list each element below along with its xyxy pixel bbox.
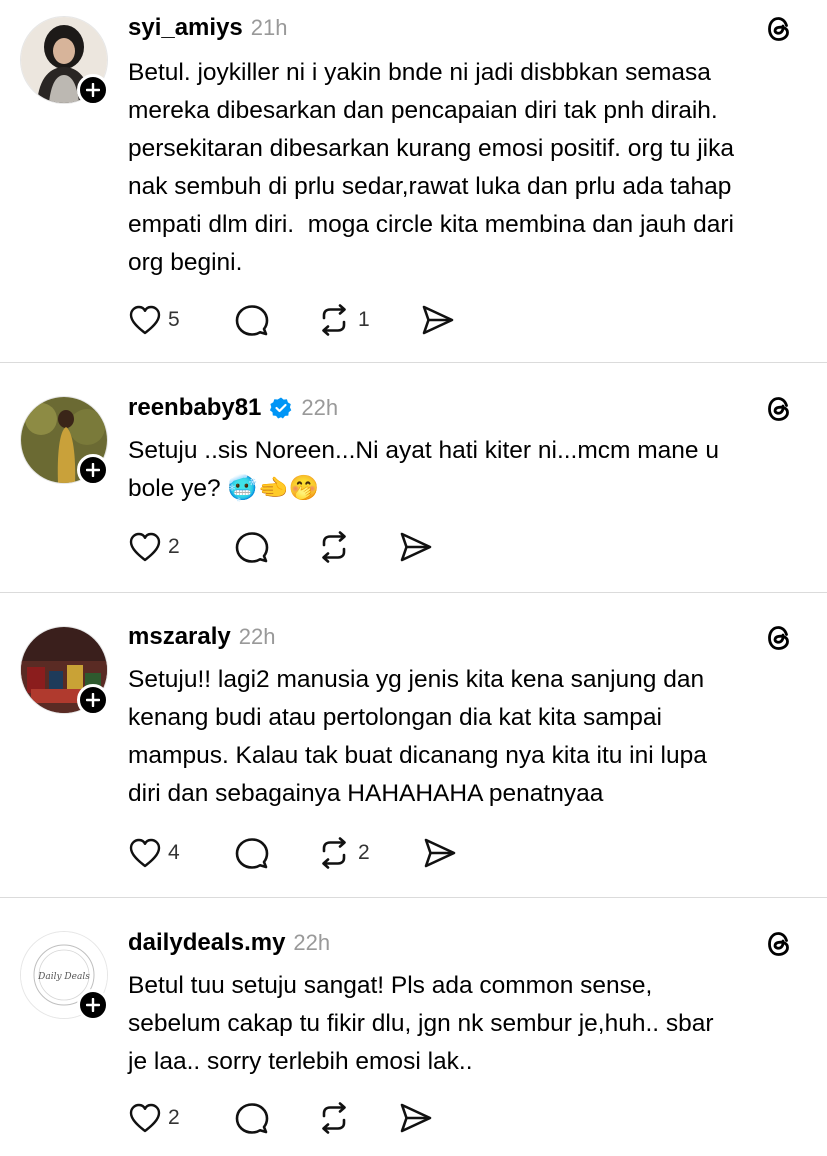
- like-count: 2: [168, 1106, 180, 1129]
- repost-count: 1: [358, 308, 370, 331]
- threads-logo-icon[interactable]: [762, 392, 796, 426]
- share-button[interactable]: [398, 1101, 434, 1135]
- post-text: Setuju ..sis Noreen...Ni ayat hati kiter…: [128, 437, 719, 502]
- heart-icon: [129, 532, 161, 562]
- repost-button[interactable]: 2: [316, 836, 370, 870]
- post-reenbaby81[interactable]: reenbaby81 22h Setuju ..sis Noreen...Ni …: [0, 363, 827, 591]
- threads-logo-icon[interactable]: [762, 621, 796, 655]
- avatar-dailydeals-my[interactable]: Daily Deals: [20, 931, 109, 1021]
- repost-button[interactable]: 1: [316, 303, 370, 337]
- reply-button[interactable]: [234, 530, 270, 564]
- reply-button[interactable]: [234, 1101, 270, 1135]
- share-send-icon: [400, 532, 432, 562]
- repost-count: 2: [358, 841, 370, 864]
- post-actions: 4 2: [128, 835, 456, 871]
- share-button[interactable]: [398, 530, 434, 564]
- logo-text: Daily Deals: [37, 972, 90, 982]
- timestamp: 22h: [293, 930, 331, 955]
- reply-button[interactable]: [234, 836, 270, 870]
- follow-plus-icon[interactable]: [77, 454, 109, 486]
- like-button[interactable]: 5: [128, 304, 180, 336]
- heart-icon: [129, 305, 161, 335]
- post-header: reenbaby81 22h: [128, 394, 338, 422]
- share-send-icon: [424, 838, 456, 868]
- share-button[interactable]: [420, 303, 456, 337]
- username[interactable]: syi_amiys: [128, 14, 243, 42]
- reply-bubble-icon: [235, 532, 269, 563]
- repost-button[interactable]: [316, 530, 352, 564]
- repost-icon: [322, 1102, 346, 1134]
- avatar-reenbaby81[interactable]: [20, 396, 109, 486]
- repost-button[interactable]: [316, 1101, 352, 1135]
- like-count: 5: [168, 308, 180, 331]
- reply-button[interactable]: [234, 303, 270, 337]
- username[interactable]: dailydeals.my: [128, 929, 285, 957]
- like-count: 4: [168, 841, 180, 864]
- reply-bubble-icon: [235, 305, 269, 336]
- post-syi-amiys[interactable]: syi_amiys 21h Betul. joykiller ni i yaki…: [0, 0, 827, 362]
- post-header: mszaraly 22h: [128, 623, 275, 651]
- share-button[interactable]: [422, 836, 458, 870]
- post-text: Setuju!! lagi2 manusia yg jenis kita ken…: [128, 666, 707, 807]
- repost-icon: [322, 304, 346, 336]
- follow-plus-icon[interactable]: [77, 684, 109, 716]
- avatar-syi-amiys[interactable]: [20, 16, 109, 106]
- like-button[interactable]: 2: [128, 531, 180, 563]
- username[interactable]: reenbaby81: [128, 394, 261, 422]
- share-send-icon: [422, 305, 454, 335]
- reply-bubble-icon: [235, 838, 269, 869]
- post-text: Betul tuu setuju sangat! Pls ada common …: [128, 972, 714, 1075]
- reply-bubble-icon: [235, 1103, 269, 1134]
- heart-icon: [129, 838, 161, 868]
- threads-logo-icon[interactable]: [762, 12, 796, 46]
- follow-plus-icon[interactable]: [77, 989, 109, 1021]
- post-actions: 5 1: [128, 302, 454, 338]
- follow-plus-icon[interactable]: [77, 74, 109, 106]
- repost-icon: [322, 837, 346, 869]
- post-dailydeals-my[interactable]: Daily Deals dailydeals.my 22h Betul tuu …: [0, 898, 827, 1156]
- heart-icon: [129, 1103, 161, 1133]
- post-header: syi_amiys 21h: [128, 14, 287, 42]
- like-count: 2: [168, 535, 180, 558]
- username[interactable]: mszaraly: [128, 623, 231, 651]
- verified-badge-icon: [269, 396, 293, 420]
- like-button[interactable]: 4: [128, 837, 180, 869]
- repost-icon: [322, 531, 346, 563]
- post-header: dailydeals.my 22h: [128, 929, 330, 957]
- post-actions: 2: [128, 529, 432, 565]
- share-send-icon: [400, 1103, 432, 1133]
- threads-logo-icon[interactable]: [762, 927, 796, 961]
- avatar-mszaraly[interactable]: [20, 626, 109, 716]
- timestamp: 21h: [250, 15, 288, 40]
- timestamp: 22h: [238, 624, 276, 649]
- post-actions: 2: [128, 1100, 432, 1136]
- timestamp: 22h: [301, 395, 339, 420]
- post-mszaraly[interactable]: mszaraly 22h Setuju!! lagi2 manusia yg j…: [0, 593, 827, 897]
- post-text: Betul. joykiller ni i yakin bnde ni jadi…: [128, 59, 735, 276]
- like-button[interactable]: 2: [128, 1102, 180, 1134]
